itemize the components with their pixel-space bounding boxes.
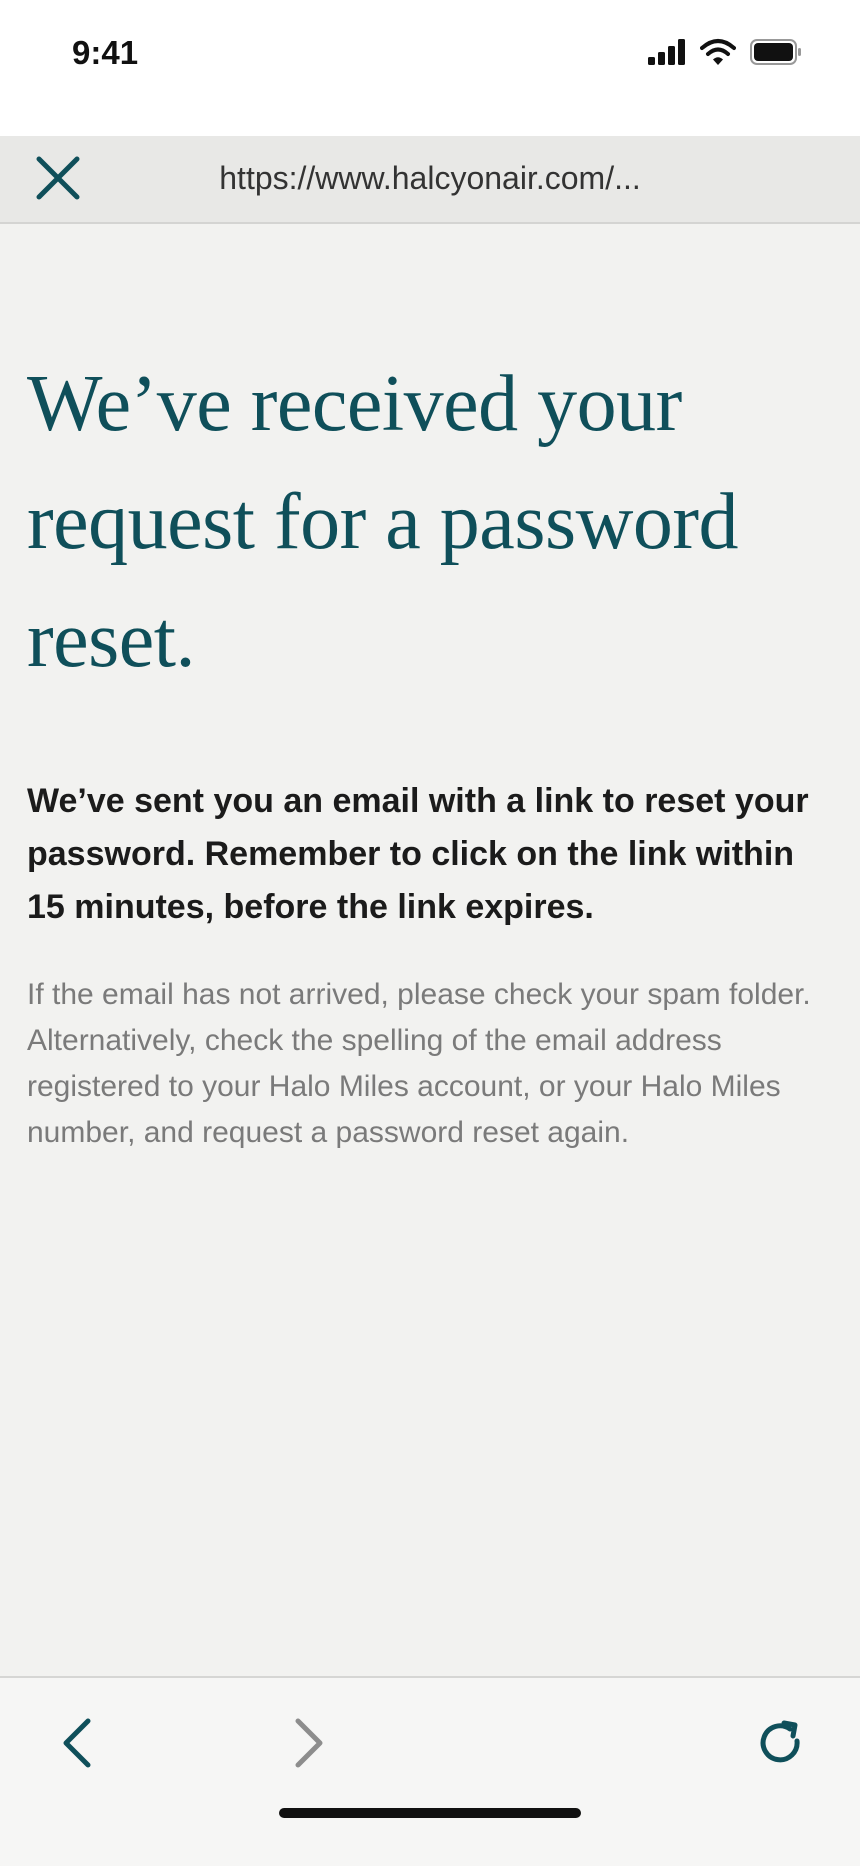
- forward-icon: [292, 1717, 326, 1774]
- reload-button[interactable]: [746, 1710, 816, 1780]
- status-time: 9:41: [72, 34, 139, 71]
- status-icons: [648, 38, 802, 71]
- bottom-toolbar: [0, 1676, 860, 1866]
- lead-text: We’ve sent you an email with a link to r…: [27, 782, 809, 926]
- battery-icon: [750, 39, 802, 70]
- back-icon: [60, 1717, 94, 1774]
- title-line: We’ve received your: [27, 360, 682, 448]
- reload-icon: [757, 1719, 805, 1772]
- help-text: If the email has not arrived, please che…: [27, 978, 811, 1149]
- status-bar: 9:41: [0, 0, 860, 136]
- title-line: request for a password: [27, 478, 739, 566]
- wifi-icon: [700, 38, 736, 71]
- cellular-signal-icon: [648, 39, 686, 70]
- url-text[interactable]: https://www.halcyonair.com/...: [0, 160, 860, 197]
- page-title: We’ve received your request for a passwo…: [27, 345, 827, 699]
- browser-bar: https://www.halcyonair.com/...: [0, 136, 860, 224]
- title-line: reset.: [27, 596, 196, 684]
- home-indicator[interactable]: [279, 1808, 581, 1818]
- back-button[interactable]: [42, 1710, 112, 1780]
- main-content: We’ve received your request for a passwo…: [27, 345, 827, 1156]
- forward-button[interactable]: [274, 1710, 344, 1780]
